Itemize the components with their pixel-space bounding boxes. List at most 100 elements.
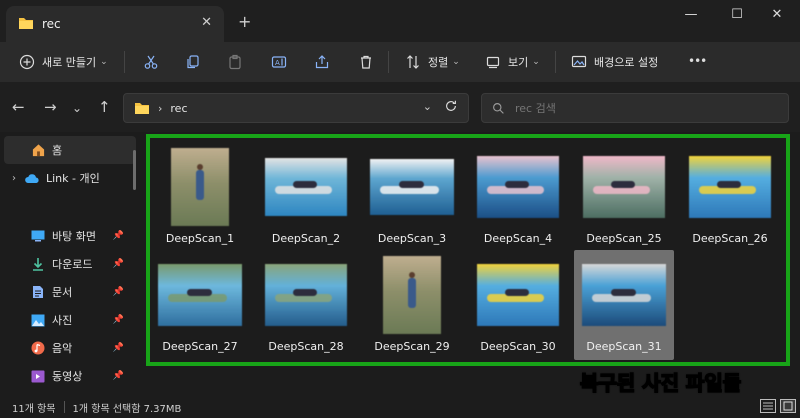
- new-button[interactable]: 새로 만들기 ⌄: [18, 47, 108, 77]
- sidebar-item-label: 홈: [52, 144, 63, 157]
- svg-text:A: A: [275, 59, 280, 67]
- photo-thumbnail: [689, 156, 771, 218]
- set-background-button[interactable]: 배경으로 설정: [570, 47, 658, 77]
- file-item[interactable]: DeepScan_29: [362, 250, 462, 360]
- back-arrow-icon[interactable]: ←: [12, 98, 25, 116]
- sidebar-item-music[interactable]: 음악 📌: [4, 334, 136, 362]
- sidebar-item-pictures[interactable]: 사진 📌: [4, 306, 136, 334]
- pin-icon[interactable]: 📌: [113, 259, 124, 269]
- details-view-icon[interactable]: [760, 399, 776, 413]
- paste-icon[interactable]: [226, 53, 244, 71]
- file-item[interactable]: DeepScan_1: [150, 142, 250, 252]
- address-dropdown-icon[interactable]: ⌄: [423, 100, 432, 113]
- expand-chevron-icon[interactable]: ›: [12, 173, 16, 184]
- file-item[interactable]: DeepScan_3: [362, 142, 462, 252]
- file-name: DeepScan_2: [271, 232, 341, 245]
- photo-thumbnail: [370, 159, 454, 215]
- video-icon: [30, 368, 46, 384]
- sidebar-item-label: 사진: [52, 314, 73, 327]
- sidebar-item-onedrive[interactable]: › Link - 개인: [4, 164, 136, 192]
- document-icon: [30, 284, 46, 300]
- music-icon: [30, 340, 46, 356]
- title-bar: rec ✕ + — ☐ ✕: [0, 0, 800, 42]
- share-icon[interactable]: [313, 53, 331, 71]
- recent-chevron-icon[interactable]: ⌄: [72, 101, 82, 115]
- photo-thumbnail: [583, 156, 665, 218]
- file-name: DeepScan_26: [692, 232, 768, 245]
- file-item[interactable]: DeepScan_2: [256, 142, 356, 252]
- sidebar-item-label: 음악: [52, 342, 73, 355]
- file-list-area: DeepScan_1 DeepScan_2 DeepScan_3 DeepScan_4…: [146, 134, 790, 366]
- file-item[interactable]: DeepScan_28: [256, 250, 356, 360]
- more-options-icon[interactable]: •••: [688, 54, 707, 68]
- breadcrumb-folder[interactable]: rec: [170, 102, 187, 115]
- divider: [124, 51, 125, 73]
- delete-icon[interactable]: [357, 53, 375, 71]
- view-button[interactable]: 보기 ⌄: [484, 47, 540, 77]
- thumbnail-frame: [154, 148, 246, 226]
- file-name: DeepScan_25: [586, 232, 662, 245]
- folder-icon: [18, 16, 34, 33]
- file-item[interactable]: DeepScan_26: [680, 142, 780, 252]
- new-button-label: 새로 만들기: [42, 56, 97, 69]
- pictures-icon: [30, 312, 46, 328]
- large-icons-view-icon[interactable]: [780, 399, 796, 413]
- refresh-icon[interactable]: [444, 99, 458, 113]
- photo-thumbnail: [477, 156, 559, 218]
- tab-close-icon[interactable]: ✕: [201, 15, 212, 30]
- pin-icon[interactable]: 📌: [113, 371, 124, 381]
- file-item[interactable]: DeepScan_4: [468, 142, 568, 252]
- plus-circle-icon: [18, 53, 36, 71]
- status-bar: 11개 항목 1개 항목 선택함 7.37MB: [0, 396, 800, 418]
- chevron-down-icon: ⌄: [452, 57, 460, 67]
- chevron-down-icon: ⌄: [532, 57, 540, 67]
- close-window-button[interactable]: ✕: [754, 4, 800, 24]
- pin-icon[interactable]: 📌: [113, 287, 124, 297]
- thumbnail-frame: [578, 256, 670, 334]
- pin-icon[interactable]: 📌: [113, 343, 124, 353]
- forward-arrow-icon[interactable]: →: [44, 98, 57, 116]
- minimize-button[interactable]: —: [668, 4, 714, 24]
- navigation-pane: 홈 › Link - 개인 바탕 화면 📌 다운로드 📌 문서 📌 사진 📌 음…: [0, 132, 140, 396]
- folder-icon: [134, 101, 150, 115]
- photo-thumbnail: [265, 158, 347, 216]
- divider: [555, 51, 556, 73]
- photo-thumbnail: [477, 264, 559, 326]
- rename-icon[interactable]: A: [270, 53, 288, 71]
- thumbnail-frame: [366, 148, 458, 226]
- download-icon: [30, 256, 46, 272]
- set-background-label: 배경으로 설정: [594, 56, 659, 69]
- thumbnail-frame: [260, 148, 352, 226]
- file-item[interactable]: DeepScan_25: [574, 142, 674, 252]
- sidebar-item-documents[interactable]: 문서 📌: [4, 278, 136, 306]
- thumbnail-frame: [472, 256, 564, 334]
- sidebar-scrollbar[interactable]: [133, 150, 136, 190]
- sidebar-item-downloads[interactable]: 다운로드 📌: [4, 250, 136, 278]
- pin-icon[interactable]: 📌: [113, 315, 124, 325]
- file-item[interactable]: DeepScan_30: [468, 250, 568, 360]
- photo-thumbnail: [383, 256, 441, 334]
- file-name: DeepScan_30: [480, 340, 556, 353]
- pin-icon[interactable]: 📌: [113, 231, 124, 241]
- cut-icon[interactable]: [142, 53, 160, 71]
- copy-icon[interactable]: [184, 53, 202, 71]
- address-bar[interactable]: › rec ⌄: [123, 93, 469, 123]
- up-arrow-icon[interactable]: ↑: [98, 98, 111, 116]
- sidebar-item-videos[interactable]: 동영상 📌: [4, 362, 136, 390]
- file-name: DeepScan_27: [162, 340, 238, 353]
- file-name: DeepScan_31: [586, 340, 662, 353]
- file-item[interactable]: DeepScan_31: [574, 250, 674, 360]
- file-name: DeepScan_1: [165, 232, 235, 245]
- breadcrumb-separator: ›: [158, 101, 163, 115]
- search-input[interactable]: [515, 101, 765, 115]
- search-box[interactable]: [481, 93, 789, 123]
- divider: [63, 401, 65, 413]
- sort-button[interactable]: 정렬 ⌄: [404, 47, 460, 77]
- file-name: DeepScan_29: [374, 340, 450, 353]
- sidebar-item-desktop[interactable]: 바탕 화면 📌: [4, 222, 136, 250]
- tab-rec[interactable]: rec ✕: [6, 6, 224, 42]
- sidebar-item-home[interactable]: 홈: [4, 136, 136, 164]
- photo-thumbnail: [265, 264, 347, 326]
- file-item[interactable]: DeepScan_27: [150, 250, 250, 360]
- new-tab-button[interactable]: +: [238, 12, 251, 31]
